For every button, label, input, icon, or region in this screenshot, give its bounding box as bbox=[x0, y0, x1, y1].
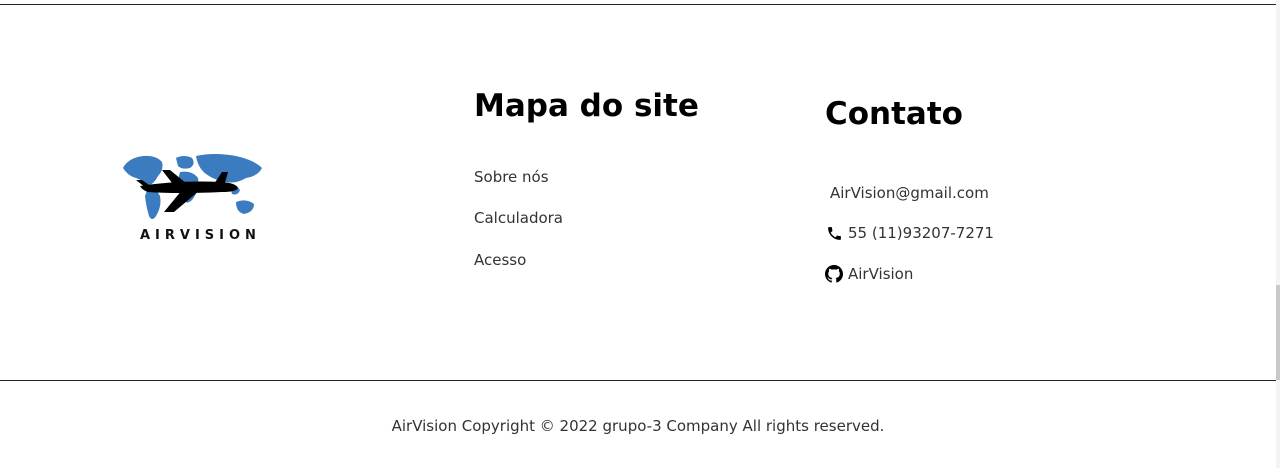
logo-wordmark: AIRVISION bbox=[140, 228, 261, 243]
contact-phone[interactable]: 55 (11)93207-7271 bbox=[825, 224, 994, 242]
sitemap-title: Mapa do site bbox=[474, 88, 699, 124]
copyright-text: AirVision Copyright © 2022 grupo-3 Compa… bbox=[391, 417, 885, 435]
contact-email[interactable]: AirVision@gmail.com bbox=[830, 184, 989, 202]
sitemap-link-calculadora[interactable]: Calculadora bbox=[474, 209, 563, 227]
contact-title: Contato bbox=[825, 96, 963, 132]
top-divider bbox=[0, 4, 1276, 5]
github-icon bbox=[825, 265, 843, 283]
phone-icon bbox=[825, 224, 843, 242]
contact-email-text: AirVision@gmail.com bbox=[830, 184, 989, 202]
contact-github-text: AirVision bbox=[848, 265, 914, 283]
scrollbar-thumb[interactable] bbox=[1276, 285, 1280, 380]
contact-phone-text: 55 (11)93207-7271 bbox=[848, 224, 994, 242]
scrollbar-track[interactable] bbox=[1276, 0, 1280, 468]
sitemap-link-acesso[interactable]: Acesso bbox=[474, 251, 526, 269]
footer-divider bbox=[0, 380, 1276, 381]
contact-github[interactable]: AirVision bbox=[825, 265, 913, 283]
world-map-plane-icon bbox=[123, 154, 262, 219]
sitemap-link-sobre-nos[interactable]: Sobre nós bbox=[474, 168, 549, 186]
